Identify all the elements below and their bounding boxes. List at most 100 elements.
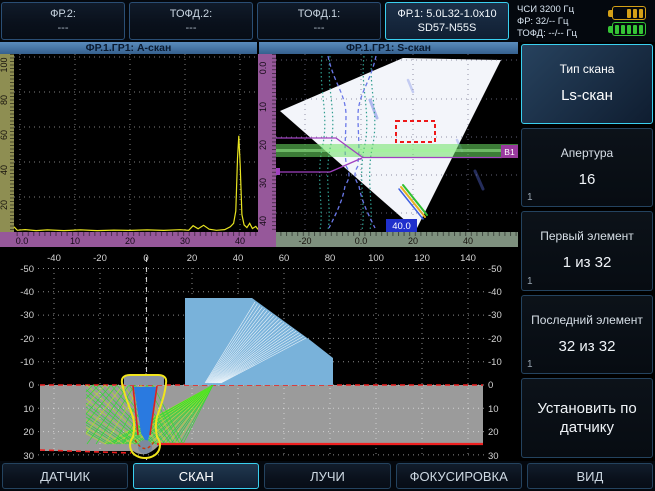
ascan-y-tick: 40: [0, 165, 9, 175]
tofd-rate-line: ТОФД: --/-- Гц: [517, 28, 599, 39]
ascan-x-tick: 40: [235, 236, 245, 246]
sscan-y-tick: 0.0: [258, 62, 268, 75]
battery-icon-1: [608, 6, 646, 20]
ascan-y-tick: 100: [0, 57, 9, 72]
svg-text:0: 0: [143, 253, 148, 264]
probe-button-label: ТОФД.1:: [298, 8, 340, 20]
svg-text:-50: -50: [20, 264, 34, 275]
panel-step: 1: [527, 276, 533, 287]
svg-text:-40: -40: [488, 287, 502, 298]
tab-probe[interactable]: ДАТЧИК: [2, 463, 128, 489]
gate-label: B1: [504, 147, 515, 157]
tab-view[interactable]: ВИД: [527, 463, 653, 489]
panel-step: 1: [527, 192, 533, 203]
sscan-x-tick: -20: [298, 236, 311, 246]
svg-text:100: 100: [368, 253, 384, 264]
panel-step: 1: [527, 359, 533, 370]
ascan-y-tick: 60: [0, 130, 9, 140]
svg-text:10: 10: [23, 404, 34, 415]
geometry-y-axis-right: -50 -40 -30 -20 -10 0 10 20 30: [488, 264, 502, 462]
panel-value: 32 из 32: [559, 337, 616, 356]
set-by-probe-button[interactable]: Установить по датчику: [521, 378, 653, 458]
prf-status: ЧСИ 3200 Гц ФР: 32/-- Гц ТОФД: --/-- Гц: [513, 2, 599, 40]
sscan-y-tick: 30: [258, 178, 268, 188]
svg-text:120: 120: [414, 253, 430, 264]
svg-text:-40: -40: [47, 253, 61, 264]
sscan-header: ФР.1.ГР1: S-скан: [259, 42, 518, 54]
probe-button-value: ---: [58, 22, 69, 34]
ascan-x-tick: 10: [70, 236, 80, 246]
svg-text:80: 80: [325, 253, 336, 264]
svg-text:-30: -30: [20, 310, 34, 321]
panel-value: 16: [579, 170, 596, 189]
panel-value: Ls-скан: [561, 86, 613, 105]
aperture-panel[interactable]: Апертура 16 1: [521, 128, 653, 208]
svg-text:20: 20: [187, 253, 198, 264]
panel-title: Тип скана: [560, 62, 615, 76]
ascan-x-tick: 30: [180, 236, 190, 246]
probe-button-tofd2[interactable]: ТОФД.2: ---: [129, 2, 253, 40]
svg-text:0: 0: [488, 380, 493, 391]
svg-text:-20: -20: [20, 334, 34, 345]
panel-title: Последний элемент: [531, 313, 643, 327]
svg-text:140: 140: [460, 253, 476, 264]
svg-text:20: 20: [23, 427, 34, 438]
battery-indicators: [603, 2, 651, 40]
svg-text:10: 10: [488, 404, 499, 415]
tab-rays[interactable]: ЛУЧИ: [264, 463, 390, 489]
ascan-view[interactable]: 100 80 60 40 20 0.0 10 20 30 40: [0, 54, 258, 247]
svg-text:60: 60: [279, 253, 290, 264]
sidebar: Тип скана Ls-скан Апертура 16 1 Первый э…: [521, 44, 653, 458]
probe-button-value: SD57-N55S: [418, 22, 477, 34]
ascan-y-tick: 80: [0, 95, 9, 105]
sscan-x-tick: 0.0: [355, 236, 368, 246]
flaw-detector-screen: ФР.2: --- ТОФД.2: --- ТОФД.1: --- ФР.1: …: [0, 0, 655, 491]
probe-button-label: ФР.1: 5.0L32-1.0x10: [397, 8, 496, 20]
top-bar: ФР.2: --- ТОФД.2: --- ТОФД.1: --- ФР.1: …: [0, 0, 655, 42]
bottom-tab-bar: ДАТЧИК СКАН ЛУЧИ ФОКУСИРОВКА ВИД: [0, 461, 655, 491]
probe-button-fr2[interactable]: ФР.2: ---: [1, 2, 125, 40]
svg-text:-20: -20: [488, 334, 502, 345]
svg-text:-20: -20: [93, 253, 107, 264]
sscan-y-tick: 40: [258, 216, 268, 226]
fr-rate-line: ФР: 32/-- Гц: [517, 16, 599, 27]
svg-text:20: 20: [488, 427, 499, 438]
svg-text:-30: -30: [488, 310, 502, 321]
probe-button-label: ТОФД.2:: [170, 8, 212, 20]
scan-type-panel[interactable]: Тип скана Ls-скан: [521, 44, 653, 124]
tab-focusing[interactable]: ФОКУСИРОВКА: [396, 463, 522, 489]
panel-title: Апертура: [561, 146, 613, 160]
sscan-view[interactable]: B1 40.0 0.0 10 20 30 40 -20 0.0 20 40: [258, 54, 518, 247]
ascan-header: ФР.1.ГР1: A-скан: [0, 42, 257, 54]
geometry-view[interactable]: -40 -20 0 20 40 60 80 100 120 140 -50 -4…: [0, 247, 518, 462]
panel-value: Установить по датчику: [532, 399, 642, 437]
svg-text:-40: -40: [20, 287, 34, 298]
probe-button-fr1-selected[interactable]: ФР.1: 5.0L32-1.0x10 SD57-N55S: [385, 2, 509, 40]
svg-text:0: 0: [29, 380, 34, 391]
geometry-y-axis-left: -50 -40 -30 -20 -10 0 10 20 30: [20, 264, 34, 462]
tab-scan[interactable]: СКАН: [133, 463, 259, 489]
gate-band-center: [276, 149, 518, 152]
sscan-x-tick: 20: [408, 236, 418, 246]
angle-label: 40.0: [392, 221, 411, 232]
last-element-panel[interactable]: Последний элемент 32 из 32 1: [521, 295, 653, 375]
panel-value: 1 из 32: [563, 253, 612, 272]
probe-button-label: ФР.2:: [50, 8, 76, 20]
probe-button-value: ---: [186, 22, 197, 34]
sscan-x-tick: 40: [463, 236, 473, 246]
first-element-panel[interactable]: Первый элемент 1 из 32 1: [521, 211, 653, 291]
panel-title: Первый элемент: [540, 229, 634, 243]
probe-button-value: ---: [314, 22, 325, 34]
sscan-y-tick: 10: [258, 102, 268, 112]
probe-button-tofd1[interactable]: ТОФД.1: ---: [257, 2, 381, 40]
ascan-x-tick: 20: [125, 236, 135, 246]
ascan-y-tick: 20: [0, 200, 9, 210]
svg-text:-50: -50: [488, 264, 502, 275]
battery-icon-2: [608, 22, 646, 36]
geometry-x-axis: -40 -20 0 20 40 60 80 100 120 140: [47, 253, 476, 264]
svg-text:40: 40: [233, 253, 244, 264]
svg-text:-10: -10: [20, 357, 34, 368]
ascan-x-tick: 0.0: [16, 236, 29, 246]
svg-text:-10: -10: [488, 357, 502, 368]
sscan-y-tick: 20: [258, 140, 268, 150]
